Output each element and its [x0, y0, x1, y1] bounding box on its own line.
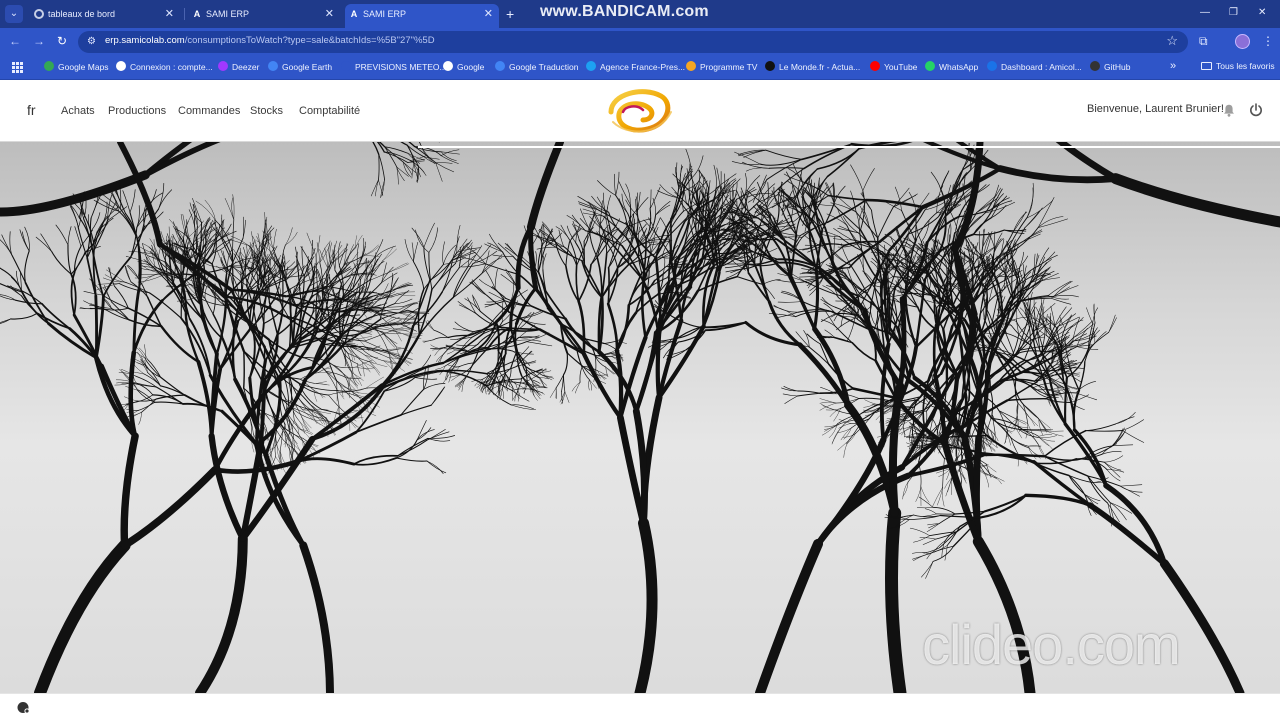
bandicam-watermark: www.BANDICAM.com	[540, 3, 709, 20]
bookmark-favicon-icon	[987, 61, 997, 71]
close-icon[interactable]: ✕	[165, 4, 174, 24]
browser-menu-icon[interactable]: ⋮	[1262, 34, 1274, 48]
address-bar[interactable]: ⚙ erp.samicolab.com/consumptionsToWatch?…	[78, 31, 1188, 53]
bookmarks-bar: Google Maps Connexion : compte... Deezer Go…	[0, 56, 1280, 80]
bookmark-item[interactable]: GitHub	[1090, 61, 1130, 73]
profile-avatar[interactable]	[1235, 34, 1250, 49]
tab-title: SAMI ERP	[363, 9, 407, 19]
browser-tab-strip: ⌄ tableaux de bord ✕ A SAMI ERP ✕ A SAMI…	[0, 0, 1280, 28]
bookmark-label: Google Maps	[58, 62, 109, 72]
bookmark-label: Connexion : compte...	[130, 62, 213, 72]
power-icon[interactable]	[1249, 103, 1263, 117]
tab-separator	[184, 8, 185, 20]
bookmark-item[interactable]: Dashboard : Amicol...	[987, 61, 1082, 73]
bookmark-label: WhatsApp	[939, 62, 979, 72]
language-selector[interactable]: fr	[27, 102, 36, 118]
bookmark-item[interactable]: WhatsApp	[925, 61, 978, 73]
bookmark-label: YouTube	[884, 62, 918, 72]
welcome-message: Bienvenue, Laurent Brunier!	[1087, 103, 1224, 115]
folder-icon	[1201, 62, 1212, 70]
gear-icon	[34, 9, 44, 19]
bookmark-item[interactable]: Google Traduction	[495, 61, 578, 73]
screen: ⌄ tableaux de bord ✕ A SAMI ERP ✕ A SAMI…	[0, 0, 1280, 720]
bookmark-favicon-icon	[870, 61, 880, 71]
menu-stocks[interactable]: Stocks	[250, 105, 283, 117]
bookmark-favicon-icon	[116, 61, 126, 71]
restore-icon[interactable]: ❐	[1229, 6, 1238, 20]
hero-background-image	[0, 142, 1280, 693]
bookmark-item[interactable]: Le Monde.fr - Actua...	[765, 61, 860, 73]
cookie-settings-icon[interactable]	[17, 701, 30, 714]
tab-title: tableaux de bord	[48, 9, 116, 19]
bookmark-label: Deezer	[232, 62, 260, 72]
bookmark-favicon-icon	[218, 61, 228, 71]
bookmark-label: Google	[457, 62, 485, 72]
bookmark-item[interactable]: Google Maps	[44, 61, 109, 73]
site-info-icon[interactable]: ⚙	[87, 36, 99, 48]
bookmark-item[interactable]: Google	[443, 61, 484, 73]
bookmark-label: PREVISIONS METEO...	[355, 62, 447, 72]
bookmark-favicon-icon	[495, 61, 505, 71]
bookmark-label: Google Traduction	[509, 62, 579, 72]
window-close-icon[interactable]: ✕	[1258, 6, 1266, 20]
bookmark-label: Google Earth	[282, 62, 333, 72]
tab-title: SAMI ERP	[206, 9, 250, 19]
bare-trees-illustration	[0, 142, 1280, 693]
angular-icon: A	[193, 9, 201, 19]
bookmark-label: Dashboard : Amicol...	[1001, 62, 1082, 72]
menu-productions[interactable]: Productions	[108, 105, 166, 117]
app-header: fr Achats Productions Commandes Stocks C…	[0, 80, 1280, 142]
bookmark-item[interactable]: Google Earth	[268, 61, 332, 73]
bookmark-favicon-icon	[765, 61, 775, 71]
bookmark-item[interactable]: Deezer	[218, 61, 259, 73]
bookmark-item[interactable]: PREVISIONS METEO...	[341, 61, 447, 73]
reload-icon[interactable]: ↻	[57, 34, 67, 48]
browser-toolbar: ← → ↻ ⚙ erp.samicolab.com/consumptionsTo…	[0, 28, 1280, 56]
extensions-icon[interactable]: ⧉	[1199, 34, 1208, 48]
app-logo[interactable]	[603, 82, 677, 138]
url-text[interactable]: erp.samicolab.com/consumptionsToWatch?ty…	[105, 35, 435, 46]
bookmark-label: GitHub	[1104, 62, 1131, 72]
back-arrow-icon[interactable]: ←	[9, 34, 21, 48]
bookmark-label: Agence France-Pres...	[600, 62, 686, 72]
tab-search-icon[interactable]: ⌄	[5, 5, 23, 23]
bookmark-favicon-icon	[341, 61, 351, 71]
bookmark-favicon-icon	[44, 61, 54, 71]
bookmark-item[interactable]: Connexion : compte...	[116, 61, 213, 73]
page-footer	[0, 693, 1280, 720]
apps-grid-icon[interactable]	[12, 62, 23, 73]
close-icon[interactable]: ✕	[484, 4, 493, 24]
menu-commandes[interactable]: Commandes	[178, 105, 240, 117]
bookmark-label: Programme TV	[700, 62, 758, 72]
tab-sami-erp[interactable]: A SAMI ERP ✕	[188, 4, 340, 28]
bookmark-favicon-icon	[1090, 61, 1100, 71]
bookmark-favicon-icon	[586, 61, 596, 71]
angular-icon: A	[350, 9, 358, 19]
bookmark-label: Le Monde.fr - Actua...	[779, 62, 861, 72]
bookmark-star-icon[interactable]: ☆	[1166, 33, 1178, 49]
bookmark-item[interactable]: Agence France-Pres...	[586, 61, 685, 73]
menu-achats[interactable]: Achats	[61, 105, 95, 117]
all-bookmarks-folder[interactable]: Tous les favoris	[1201, 61, 1275, 71]
bookmark-item[interactable]: YouTube	[870, 61, 917, 73]
bookmark-favicon-icon	[268, 61, 278, 71]
bookmark-favicon-icon	[925, 61, 935, 71]
bookmarks-overflow-icon[interactable]: »	[1170, 60, 1176, 72]
forward-arrow-icon[interactable]: →	[33, 34, 45, 48]
tab-tableaux-de-bord[interactable]: tableaux de bord ✕	[30, 4, 180, 28]
bell-icon[interactable]	[1223, 104, 1235, 117]
clideo-watermark: clideo.com	[922, 613, 1181, 676]
menu-comptabilite[interactable]: Comptabilité	[299, 105, 360, 117]
close-icon[interactable]: ✕	[325, 4, 334, 24]
bookmark-favicon-icon	[686, 61, 696, 71]
tab-sami-erp-active[interactable]: A SAMI ERP ✕	[345, 4, 499, 28]
loading-progress-bar	[418, 146, 1280, 148]
new-tab-button[interactable]: +	[506, 4, 514, 24]
bookmark-item[interactable]: Programme TV	[686, 61, 757, 73]
minimize-icon[interactable]: —	[1200, 6, 1210, 20]
bookmark-favicon-icon	[443, 61, 453, 71]
